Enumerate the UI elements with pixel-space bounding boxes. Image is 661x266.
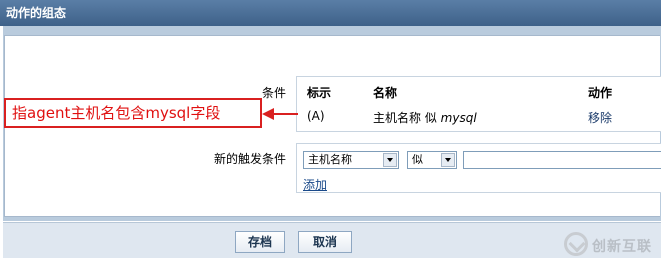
- conditions-table: 标示 名称 动作 (A) 主机名称 似 mysql 移除: [296, 76, 661, 132]
- add-link[interactable]: 添加: [303, 176, 327, 193]
- condition-value-input[interactable]: [463, 151, 661, 169]
- header-tag: 标示: [307, 86, 332, 100]
- chevron-down-icon: [441, 153, 455, 167]
- condition-field-select[interactable]: 主机名称: [303, 151, 399, 169]
- operator-select[interactable]: 似: [407, 151, 457, 169]
- condition-field-value: 主机名称: [308, 153, 352, 166]
- save-button[interactable]: 存档: [235, 231, 285, 253]
- window-title: 动作的组态: [0, 0, 661, 26]
- row-condition-value: mysql: [440, 111, 477, 125]
- cancel-button[interactable]: 取消: [298, 231, 352, 253]
- new-trigger-box: 主机名称 似 添加: [296, 143, 661, 193]
- conditions-label: 条件: [262, 86, 287, 100]
- remove-link[interactable]: 移除: [588, 109, 612, 126]
- new-trigger-label: 新的触发条件: [214, 152, 287, 166]
- row-condition-prefix: 主机名称 似: [373, 111, 437, 125]
- row-tag: (A): [307, 109, 325, 123]
- watermark-text: 创新互联: [592, 239, 652, 255]
- annotation-arrow: [262, 108, 298, 120]
- row-condition: 主机名称 似 mysql: [373, 109, 477, 126]
- operator-value: 似: [412, 153, 423, 166]
- header-name: 名称: [373, 86, 398, 100]
- chevron-down-icon: [383, 153, 397, 167]
- annotation-callout: 指agent主机名包含mysql字段: [4, 98, 262, 128]
- watermark-logo-icon: [564, 232, 588, 256]
- header-action: 动作: [588, 86, 613, 100]
- watermark: 创新互联: [562, 228, 661, 262]
